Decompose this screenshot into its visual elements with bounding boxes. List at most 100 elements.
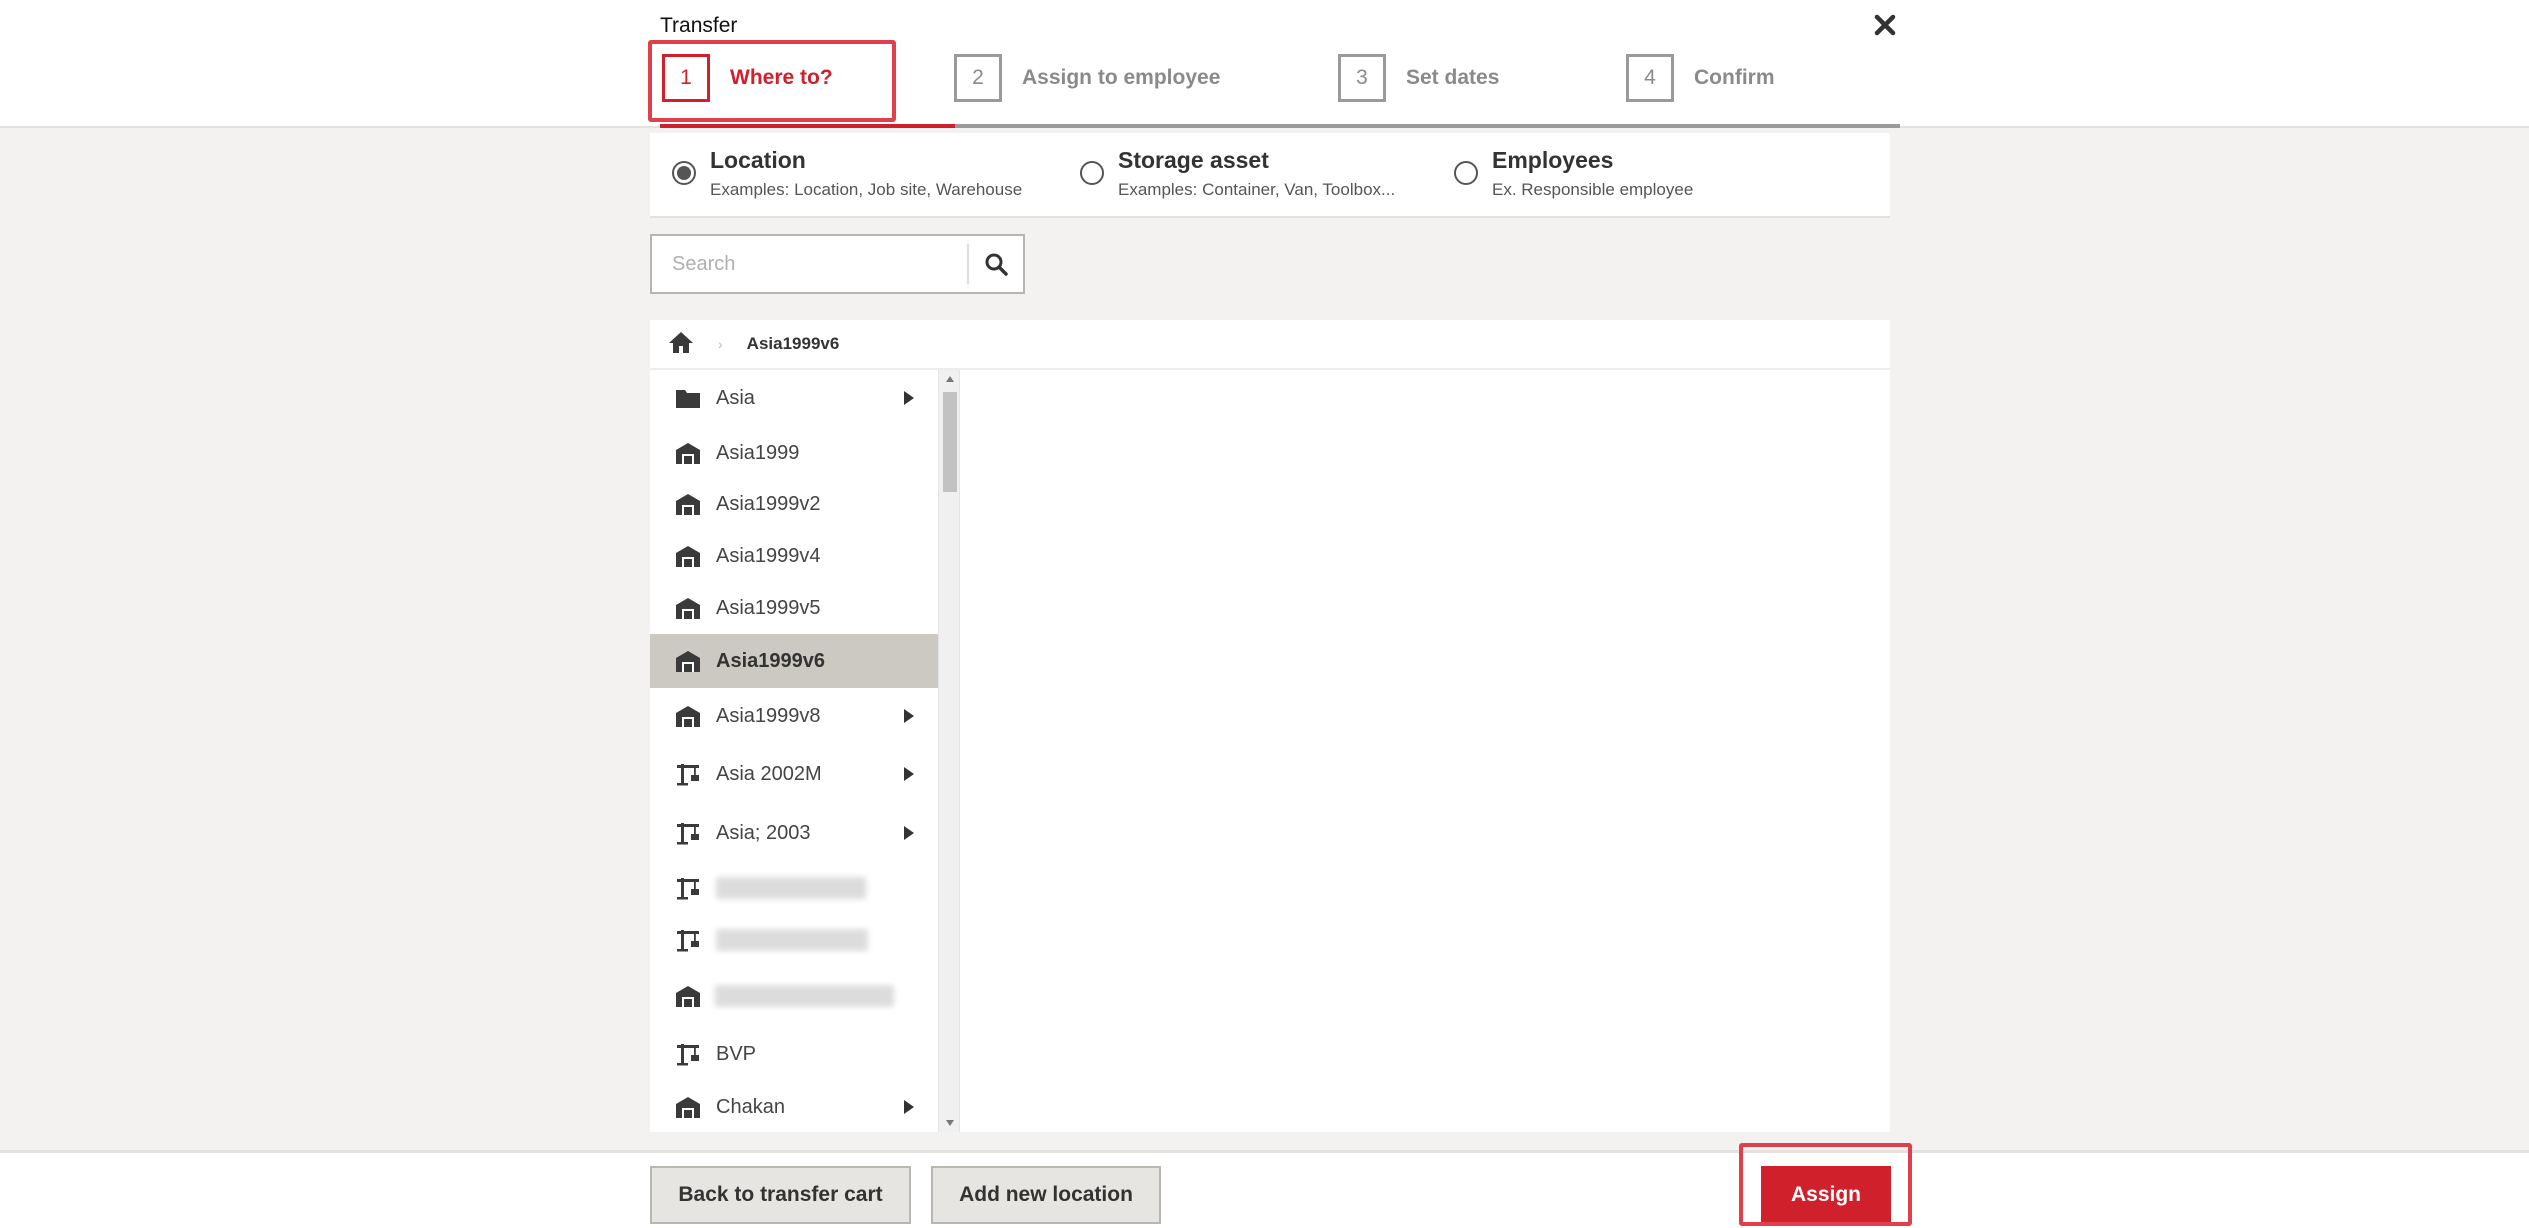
radio-employees[interactable]: Employees Ex. Responsible employee [1454,147,1693,200]
warehouse-icon [668,1095,708,1119]
scroll-down-icon[interactable] [939,1114,961,1132]
destination-type-selector: Location Examples: Location, Job site, W… [650,133,1890,218]
step-progress-track [660,124,1900,128]
location-label: Asia; 2003 [716,821,811,844]
location-row[interactable]: Asia [650,370,938,426]
location-row[interactable] [650,966,938,1026]
jobsite-crane-icon [668,762,708,786]
radio-title: Location [710,147,806,173]
step-set-dates[interactable]: 3 Set dates [1338,54,1499,102]
jobsite-crane-icon [668,1042,708,1066]
radio-title: Employees [1492,147,1614,173]
location-label: Asia1999v5 [716,596,821,619]
location-label: Asia1999v8 [716,704,821,727]
redacted-label [716,877,866,899]
scroll-up-icon[interactable] [939,370,961,388]
transfer-header: Transfer 1 Where to? 2 Assign to employe… [0,0,2529,128]
step-number: 4 [1626,54,1674,102]
location-row[interactable]: Chakan [650,1082,938,1132]
jobsite-crane-icon [668,821,708,845]
warehouse-icon [668,544,708,568]
expand-arrow-icon [904,826,914,840]
step-number: 3 [1338,54,1386,102]
modal-title: Transfer [660,14,738,37]
jobsite-crane-icon [668,876,708,900]
location-label: BVP [716,1042,757,1065]
warehouse-icon [668,596,708,620]
close-icon [1874,14,1896,36]
radio-button[interactable] [1454,161,1478,185]
expand-arrow-icon [904,1100,914,1114]
close-button[interactable] [1868,8,1902,42]
radio-button[interactable] [672,161,696,185]
location-label: Asia1999 [716,441,800,464]
jobsite-crane-icon [668,928,708,952]
search-input[interactable] [652,236,967,292]
location-row[interactable]: Asia1999v2 [650,478,938,530]
location-label: Asia [716,386,755,409]
expand-arrow-icon [904,391,914,405]
location-list: Asia Asia1999 Asia1999v2 Asia1999v4 Asia1999… [650,370,938,1132]
location-row[interactable]: BVP [650,1026,938,1082]
location-label: Asia1999v6 [716,649,825,672]
location-label: Asia1999v2 [716,492,821,515]
radio-storage-asset[interactable]: Storage asset Examples: Container, Van, … [1080,147,1395,200]
expand-arrow-icon [904,767,914,781]
location-label: Asia1999v4 [716,544,821,567]
radio-subtitle: Ex. Responsible employee [1492,180,1694,199]
expand-toggle[interactable] [894,1099,924,1115]
redacted-label [715,985,895,1007]
list-scrollbar[interactable] [938,370,960,1132]
step-label: Assign to employee [1022,66,1221,89]
location-row[interactable] [650,862,938,914]
folder-icon [668,387,708,409]
scrollbar-thumb[interactable] [943,392,957,492]
location-row[interactable]: Asia1999 [650,426,938,480]
warehouse-icon [668,492,708,516]
breadcrumb: › Asia1999v6 [650,320,1890,370]
location-row[interactable]: Asia1999v4 [650,530,938,582]
expand-toggle[interactable] [894,708,924,724]
warehouse-icon [668,649,708,673]
expand-arrow-icon [904,709,914,723]
breadcrumb-current[interactable]: Asia1999v6 [747,334,840,354]
search-button[interactable] [967,244,1023,284]
radio-title: Storage asset [1118,147,1269,173]
radio-button[interactable] [1080,161,1104,185]
warehouse-icon [668,704,708,728]
expand-toggle[interactable] [894,825,924,841]
search-icon [985,253,1008,276]
step-assign-to-employee[interactable]: 2 Assign to employee [954,54,1220,102]
back-to-transfer-cart-button[interactable]: Back to transfer cart [650,1166,911,1224]
redacted-label [716,929,868,951]
location-label: Chakan [716,1095,785,1118]
radio-subtitle: Examples: Location, Job site, Warehouse [710,180,1023,199]
location-row[interactable]: Asia; 2003 [650,804,938,862]
highlight-assign-button [1739,1143,1912,1226]
footer-bar: Back to transfer cart Add new location A… [0,1150,2529,1228]
radio-location[interactable]: Location Examples: Location, Job site, W… [672,147,1022,200]
breadcrumb-home[interactable] [668,330,694,359]
location-search [650,234,1025,294]
step-label: Set dates [1406,66,1500,89]
location-row[interactable]: Asia1999v6 [650,634,938,688]
warehouse-icon [668,441,708,465]
breadcrumb-separator-icon: › [718,336,723,352]
step-label: Confirm [1694,66,1775,89]
warehouse-icon [668,984,707,1008]
location-row[interactable] [650,914,938,966]
step-confirm[interactable]: 4 Confirm [1626,54,1775,102]
add-new-location-button[interactable]: Add new location [931,1166,1161,1224]
step-number: 2 [954,54,1002,102]
location-row[interactable]: Asia1999v8 [650,688,938,744]
expand-toggle[interactable] [894,766,924,782]
radio-subtitle: Examples: Container, Van, Toolbox... [1118,180,1396,199]
step-progress-fill [660,124,955,128]
location-row[interactable]: Asia1999v5 [650,582,938,634]
home-icon [669,331,693,353]
location-row[interactable]: Asia 2002M [650,744,938,804]
highlight-current-step [648,40,896,122]
expand-toggle[interactable] [894,390,924,406]
location-label: Asia 2002M [716,762,822,785]
location-browser: › Asia1999v6 Asia Asia1999 Asia1999v2 Asia1… [650,320,1890,1132]
